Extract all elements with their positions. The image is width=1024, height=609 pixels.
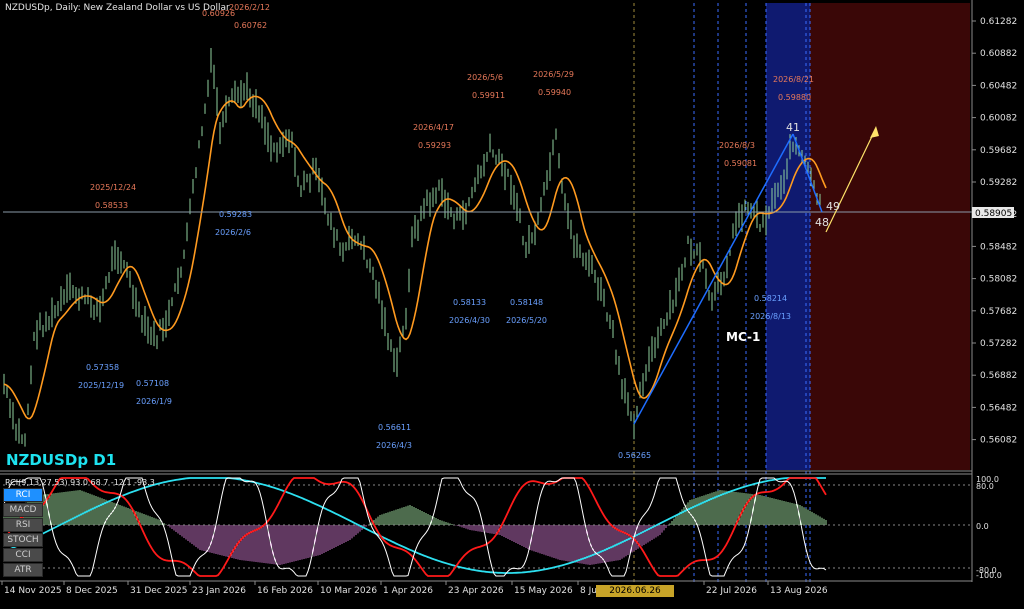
- symbol-timeframe-label: NZDUSDp D1: [6, 451, 117, 469]
- time-tick-label: 23 Apr 2026: [448, 586, 504, 596]
- rsi-button[interactable]: RSI: [3, 518, 43, 532]
- price-tick-label: 0.59682: [980, 146, 1017, 156]
- rci-mid-line: [3, 477, 827, 577]
- wave-label-right: 49: [826, 200, 840, 213]
- future-zone: [810, 3, 970, 470]
- indicator-header: RCI(9,13,27,53) 93.0 68.7 -12.1 -93.3: [5, 478, 155, 487]
- wave-label-bottom: 48: [815, 216, 829, 229]
- price-tick-label: 0.58482: [980, 242, 1017, 252]
- indicator-scale: 100.080.00.0-80.0-100.0: [976, 475, 1002, 580]
- price-tick-label: 0.57682: [980, 307, 1017, 317]
- stoch-button[interactable]: STOCH: [3, 533, 43, 547]
- swing-high-price: 0.59880: [778, 93, 811, 102]
- time-tick-label: 10 Mar 2026: [320, 586, 377, 596]
- swing-low-date: 2026/8/13: [750, 312, 791, 321]
- price-tick-label: 0.56482: [980, 403, 1017, 413]
- indicator-scale-label: 80.0: [976, 482, 994, 491]
- price-tick-label: 0.59282: [980, 178, 1017, 188]
- time-tick-label: 13 Aug 2026: [770, 586, 828, 596]
- swing-low-price: 0.59283: [219, 210, 252, 219]
- swing-low-price: 0.56611: [378, 423, 411, 432]
- price-tick-label: 0.56882: [980, 371, 1017, 381]
- price-tick-label: 0.60882: [980, 49, 1017, 59]
- indicator-scale-label: 0.0: [976, 522, 989, 531]
- swing-low-date: 2026/1/9: [136, 397, 172, 406]
- time-tick-label: 14 Nov 2025: [4, 586, 62, 596]
- indicator-scale-label: -100.0: [976, 571, 1002, 580]
- time-tick-label: 16 Feb 2026: [257, 586, 313, 596]
- swing-high-date: 2026/2/12: [229, 3, 270, 12]
- time-axis[interactable]: 14 Nov 2025 8 Dec 2025 31 Dec 2025 23 Jan 2…: [1, 581, 828, 596]
- swing-high-date: 2026/5/29: [533, 70, 574, 79]
- pattern-label: MC-1: [726, 330, 760, 344]
- price-tick-label: 0.60482: [980, 81, 1017, 91]
- swing-high-date: 2026/4/17: [413, 123, 454, 132]
- chart-canvas[interactable]: 2026/2/120.607620.609262025/12/240.58533…: [0, 0, 1024, 600]
- swing-low-date: 2025/12/19: [78, 381, 124, 390]
- price-bars: [3, 47, 821, 447]
- price-tick-label: 0.57282: [980, 339, 1017, 349]
- swing-low-date: 2026/4/3: [376, 441, 412, 450]
- time-tick-label: 15 May 2026: [514, 586, 573, 596]
- time-tick-label: 8 Dec 2025: [66, 586, 118, 596]
- wave-label-top: 41: [786, 121, 800, 134]
- price-tick-label: 0.58082: [980, 275, 1017, 285]
- swing-low-price: 0.58133: [453, 298, 486, 307]
- macd-button[interactable]: MACD: [3, 503, 43, 517]
- swing-high-date: 2026/8/3: [719, 141, 755, 150]
- price-tick-label: 0.56082: [980, 436, 1017, 446]
- cursor-date-badge: 2026.06.26 00:00: [596, 585, 674, 608]
- indicator-buttons: RCI MACD RSI STOCH CCI ATR: [3, 488, 43, 578]
- swing-high-date: 2025/12/24: [90, 183, 136, 192]
- swing-low-price: 0.58148: [510, 298, 543, 307]
- swing-high-date: 2026/5/6: [467, 73, 503, 82]
- swing-high-price: 0.59081: [724, 159, 757, 168]
- swing-high-price: 0.60762: [234, 21, 267, 30]
- price-axis[interactable]: 0.61282 0.60882 0.60482 0.60082 0.59682 0.592…: [971, 0, 1017, 582]
- moving-average-line: [3, 95, 827, 420]
- cci-button[interactable]: CCI: [3, 548, 43, 562]
- swing-high-price: 0.59293: [418, 141, 451, 150]
- swing-low-price: 0.57358: [86, 363, 119, 372]
- time-tick-label: 31 Dec 2025: [130, 586, 188, 596]
- swing-high-date: 2026/8/21: [773, 75, 814, 84]
- swing-high-price: 0.59940: [538, 88, 571, 97]
- price-tick-label: 0.61282: [980, 17, 1017, 27]
- highlight-zone: [766, 3, 810, 470]
- swing-low-date: 2026/2/6: [215, 228, 251, 237]
- swing-low-price: 0.56265: [618, 451, 651, 460]
- swing-low-date: 2026/5/20: [506, 316, 547, 325]
- swing-high-price: 0.59911: [472, 91, 505, 100]
- rci-button[interactable]: RCI: [3, 488, 43, 502]
- current-price-value: 0.58905: [975, 209, 1012, 219]
- chart-title: NZDUSDp, Daily: New Zealand Dollar vs US…: [5, 3, 230, 13]
- swing-low-price: 0.58214: [754, 294, 787, 303]
- time-tick-label: 23 Jan 2026: [192, 586, 246, 596]
- price-tick-label: 0.60082: [980, 114, 1017, 124]
- swing-low-date: 2026/4/30: [449, 316, 490, 325]
- swing-high-price: 0.58533: [95, 201, 128, 210]
- atr-button[interactable]: ATR: [3, 563, 43, 577]
- time-tick-label: 8 Ju: [580, 586, 597, 596]
- time-tick-label: 22 Jul 2026: [706, 586, 757, 596]
- swing-low-price: 0.57108: [136, 379, 169, 388]
- time-tick-label: 1 Apr 2026: [383, 586, 433, 596]
- rci-fast-line: [3, 477, 827, 577]
- swing-annotations: 2026/2/120.607620.609262025/12/240.58533…: [78, 3, 814, 460]
